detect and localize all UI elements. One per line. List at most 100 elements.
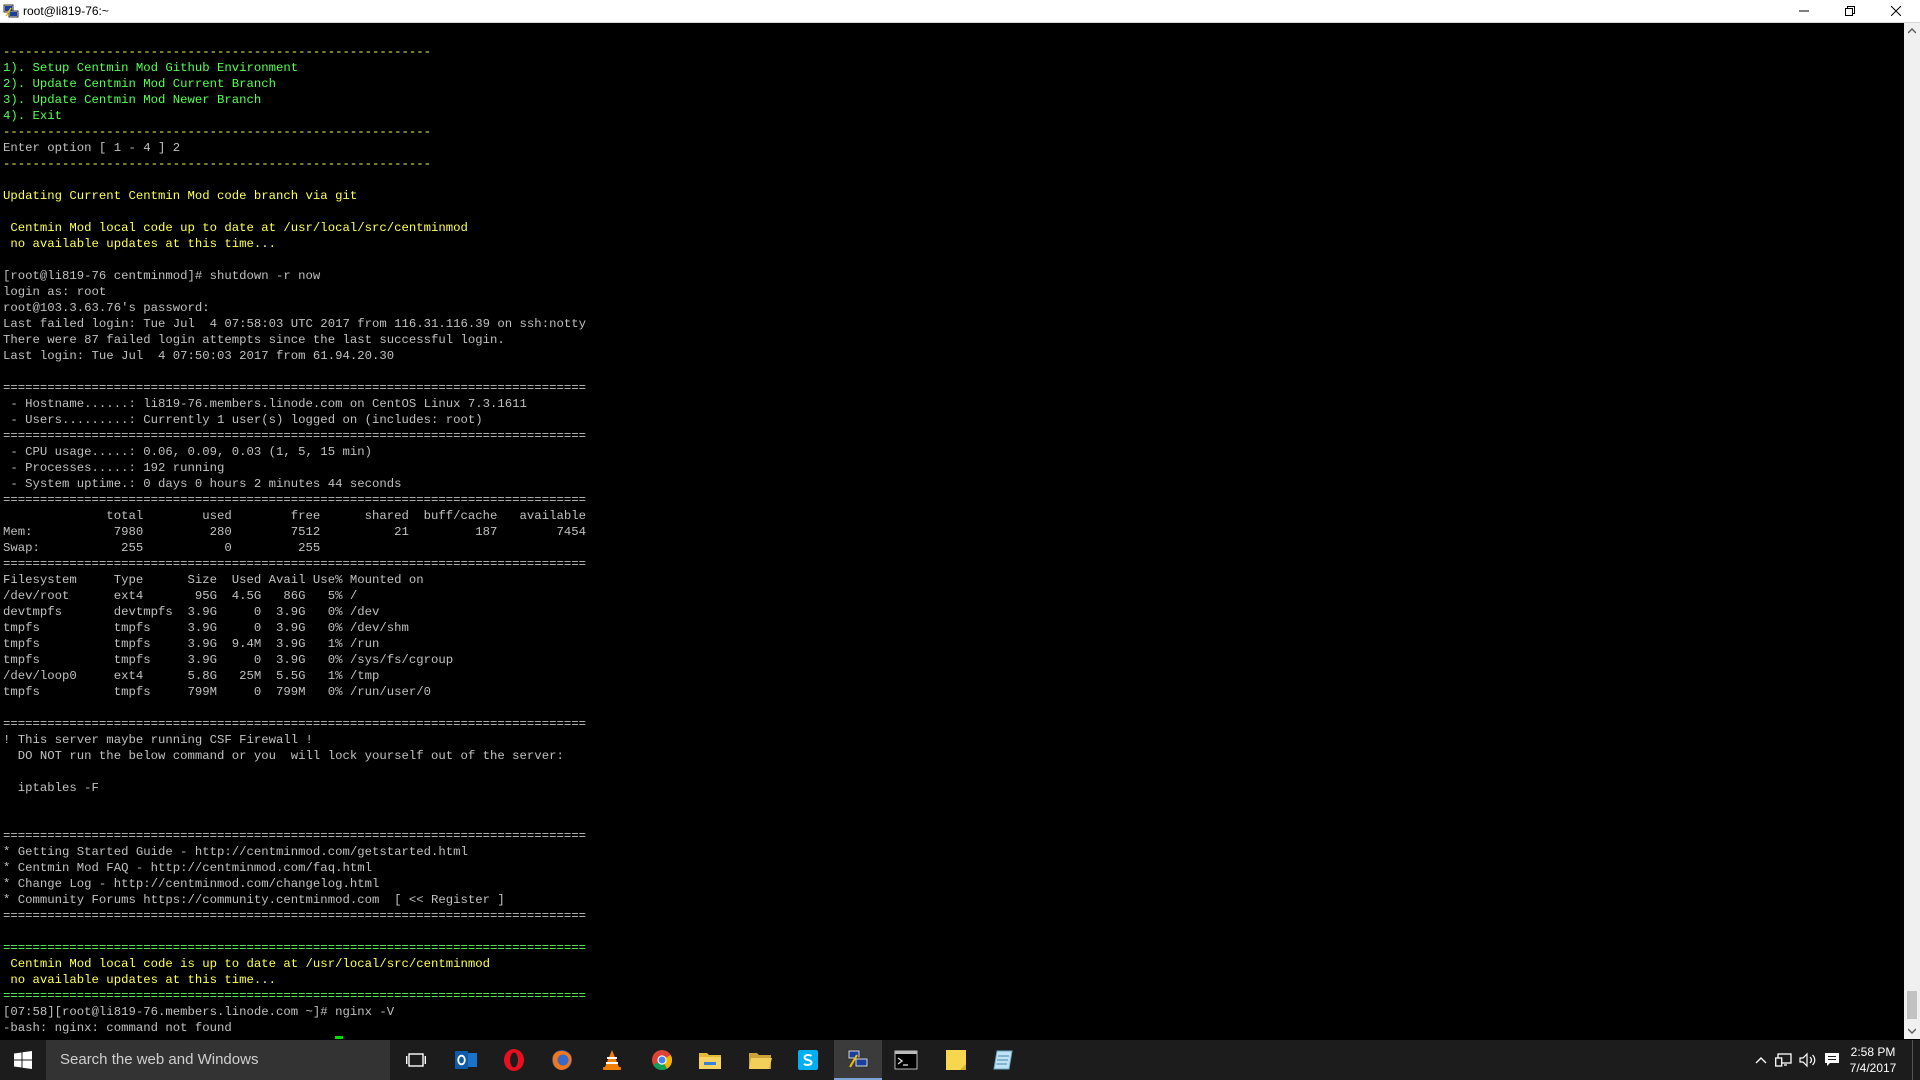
task-view-icon (406, 1053, 426, 1067)
arrow-up-icon (1908, 28, 1916, 34)
terminal-line-text: total used free shared buff/cache availa… (3, 509, 586, 523)
terminal-scrollbar[interactable] (1904, 23, 1920, 1039)
terminal-line-text: Last login: Tue Jul 4 07:50:03 2017 from… (3, 349, 395, 363)
terminal-line: [07:58][root@li819-76.members.linode.com… (3, 1004, 586, 1020)
terminal-line-text: Updating Current Centmin Mod code branch… (3, 189, 358, 203)
terminal-line-text: * Centmin Mod FAQ - http://centminmod.co… (3, 861, 372, 875)
terminal-line: tmpfs tmpfs 3.9G 0 3.9G 0% /dev/shm (3, 620, 586, 636)
taskbar-sticky-notes[interactable] (932, 1040, 980, 1080)
terminal-line: devtmpfs devtmpfs 3.9G 0 3.9G 0% /dev (3, 604, 586, 620)
terminal-line-text: ----------------------------------------… (3, 157, 432, 171)
terminal-line-text: [root@li819-76 centminmod]# shutdown -r … (3, 269, 321, 283)
terminal-line: [07:58][root@li819-76.members.linode.com… (3, 1036, 586, 1039)
terminal-line-text: iptables -F (3, 781, 99, 795)
volume-icon (1799, 1052, 1816, 1068)
terminal-line-text: ========================================… (3, 381, 586, 395)
terminal-line-text: tmpfs tmpfs 799M 0 799M 0% /run/user/0 (3, 685, 432, 699)
terminal-line: 4). Exit (3, 108, 586, 124)
terminal-line: * Getting Started Guide - http://centmin… (3, 844, 586, 860)
action-center-button[interactable] (1821, 1040, 1843, 1080)
terminal-line: login as: root (3, 284, 586, 300)
terminal-line: 2). Update Centmin Mod Current Branch (3, 76, 586, 92)
terminal-line: Last failed login: Tue Jul 4 07:58:03 UT… (3, 316, 586, 332)
windows-logo-icon (14, 1051, 32, 1069)
terminal-line-text: tmpfs tmpfs 3.9G 0 3.9G 0% /dev/shm (3, 621, 409, 635)
terminal-line-text: Enter option [ 1 - 4 ] 2 (3, 141, 181, 155)
scrollbar-thumb[interactable] (1907, 991, 1917, 1019)
close-button[interactable] (1873, 0, 1919, 22)
terminal-line: /dev/loop0 ext4 5.8G 25M 5.5G 1% /tmp (3, 668, 586, 684)
scroll-down-button[interactable] (1904, 1023, 1920, 1039)
terminal-line-text: /dev/root ext4 95G 4.5G 86G 5% / (3, 589, 358, 603)
terminal-line-text: Filesystem Type Size Used Avail Use% Mou… (3, 573, 424, 587)
taskbar-clock[interactable]: 2:58 PM 7/4/2017 (1843, 1044, 1903, 1076)
show-desktop-button[interactable] (1912, 1040, 1920, 1080)
taskbar-search-box[interactable]: Search the web and Windows (46, 1040, 390, 1080)
show-hidden-icons-button[interactable] (1750, 1040, 1772, 1080)
network-icon (1775, 1053, 1792, 1067)
taskbar-outlook[interactable] (442, 1040, 490, 1080)
terminal-line-text: ========================================… (3, 557, 586, 571)
terminal-line: * Centmin Mod FAQ - http://centminmod.co… (3, 860, 586, 876)
search-placeholder: Search the web and Windows (60, 1051, 259, 1068)
terminal-line: ----------------------------------------… (3, 156, 586, 172)
window-title: root@li819-76:~ (23, 4, 109, 18)
terminal-line-text: Last failed login: Tue Jul 4 07:58:03 UT… (3, 317, 586, 331)
opera-icon (504, 1049, 524, 1071)
taskbar-folder[interactable] (736, 1040, 784, 1080)
putty-icon (3, 4, 19, 18)
terminal-line: - Users.........: Currently 1 user(s) lo… (3, 412, 586, 428)
terminal-line: Swap: 255 0 255 (3, 540, 586, 556)
taskbar-chrome[interactable] (638, 1040, 686, 1080)
taskbar-skype[interactable] (784, 1040, 832, 1080)
terminal-line-text: tmpfs tmpfs 3.9G 0 3.9G 0% /sys/fs/cgrou… (3, 653, 454, 667)
terminal-line-text: ----------------------------------------… (3, 45, 432, 59)
start-button[interactable] (0, 1040, 46, 1080)
restore-button[interactable] (1827, 0, 1873, 22)
sticky-notes-icon (946, 1050, 966, 1070)
terminal-line-text: ========================================… (3, 429, 586, 443)
scroll-up-button[interactable] (1904, 23, 1920, 39)
network-tray-icon[interactable] (1773, 1040, 1795, 1080)
skype-icon (798, 1050, 818, 1070)
taskbar-vlc[interactable] (588, 1040, 636, 1080)
terminal-line: tmpfs tmpfs 3.9G 0 3.9G 0% /sys/fs/cgrou… (3, 652, 586, 668)
volume-tray-icon[interactable] (1797, 1040, 1819, 1080)
file-explorer-icon (699, 1053, 721, 1069)
terminal-cursor (335, 1036, 344, 1039)
terminal-line: Enter option [ 1 - 4 ] 2 (3, 140, 586, 156)
terminal-line-text: 1). Setup Centmin Mod Github Environment (3, 61, 299, 75)
terminal-line-text: root@103.3.63.76's password: (3, 301, 210, 315)
terminal-line-text: Swap: 255 0 255 (3, 541, 321, 555)
terminal-line: ----------------------------------------… (3, 124, 586, 140)
terminal-line: ========================================… (3, 828, 586, 844)
taskbar-notepad[interactable] (980, 1040, 1028, 1080)
window-titlebar[interactable]: root@li819-76:~ (0, 0, 1920, 23)
taskbar-opera[interactable] (490, 1040, 538, 1080)
terminal-line-text: - System uptime.: 0 days 0 hours 2 minut… (3, 477, 402, 491)
minimize-button[interactable] (1781, 0, 1827, 22)
taskbar-putty[interactable] (834, 1040, 882, 1080)
firefox-icon (552, 1050, 572, 1070)
terminal-line-text: login as: root (3, 285, 107, 299)
terminal-line-text: ========================================… (3, 941, 586, 955)
taskbar-file-explorer[interactable] (686, 1040, 734, 1080)
clock-time: 2:58 PM (1850, 1045, 1896, 1059)
taskbar-firefox[interactable] (538, 1040, 586, 1080)
terminal-line: Mem: 7980 280 7512 21 187 7454 (3, 524, 586, 540)
terminal-line-text: * Getting Started Guide - http://centmin… (3, 845, 468, 859)
taskbar-cmd[interactable] (882, 1040, 930, 1080)
terminal-line: * Community Forums https://community.cen… (3, 892, 586, 908)
taskbar-task-view[interactable] (392, 1040, 440, 1080)
terminal-line: 1). Setup Centmin Mod Github Environment (3, 60, 586, 76)
terminal-line-text: Centmin Mod local code up to date at /us… (3, 221, 468, 235)
terminal-screen[interactable]: ----------------------------------------… (0, 23, 1904, 1039)
terminal-line: ========================================… (3, 716, 586, 732)
terminal-line: root@103.3.63.76's password: (3, 300, 586, 316)
terminal-line-text: no available updates at this time... (3, 973, 277, 987)
terminal-line: ========================================… (3, 556, 586, 572)
